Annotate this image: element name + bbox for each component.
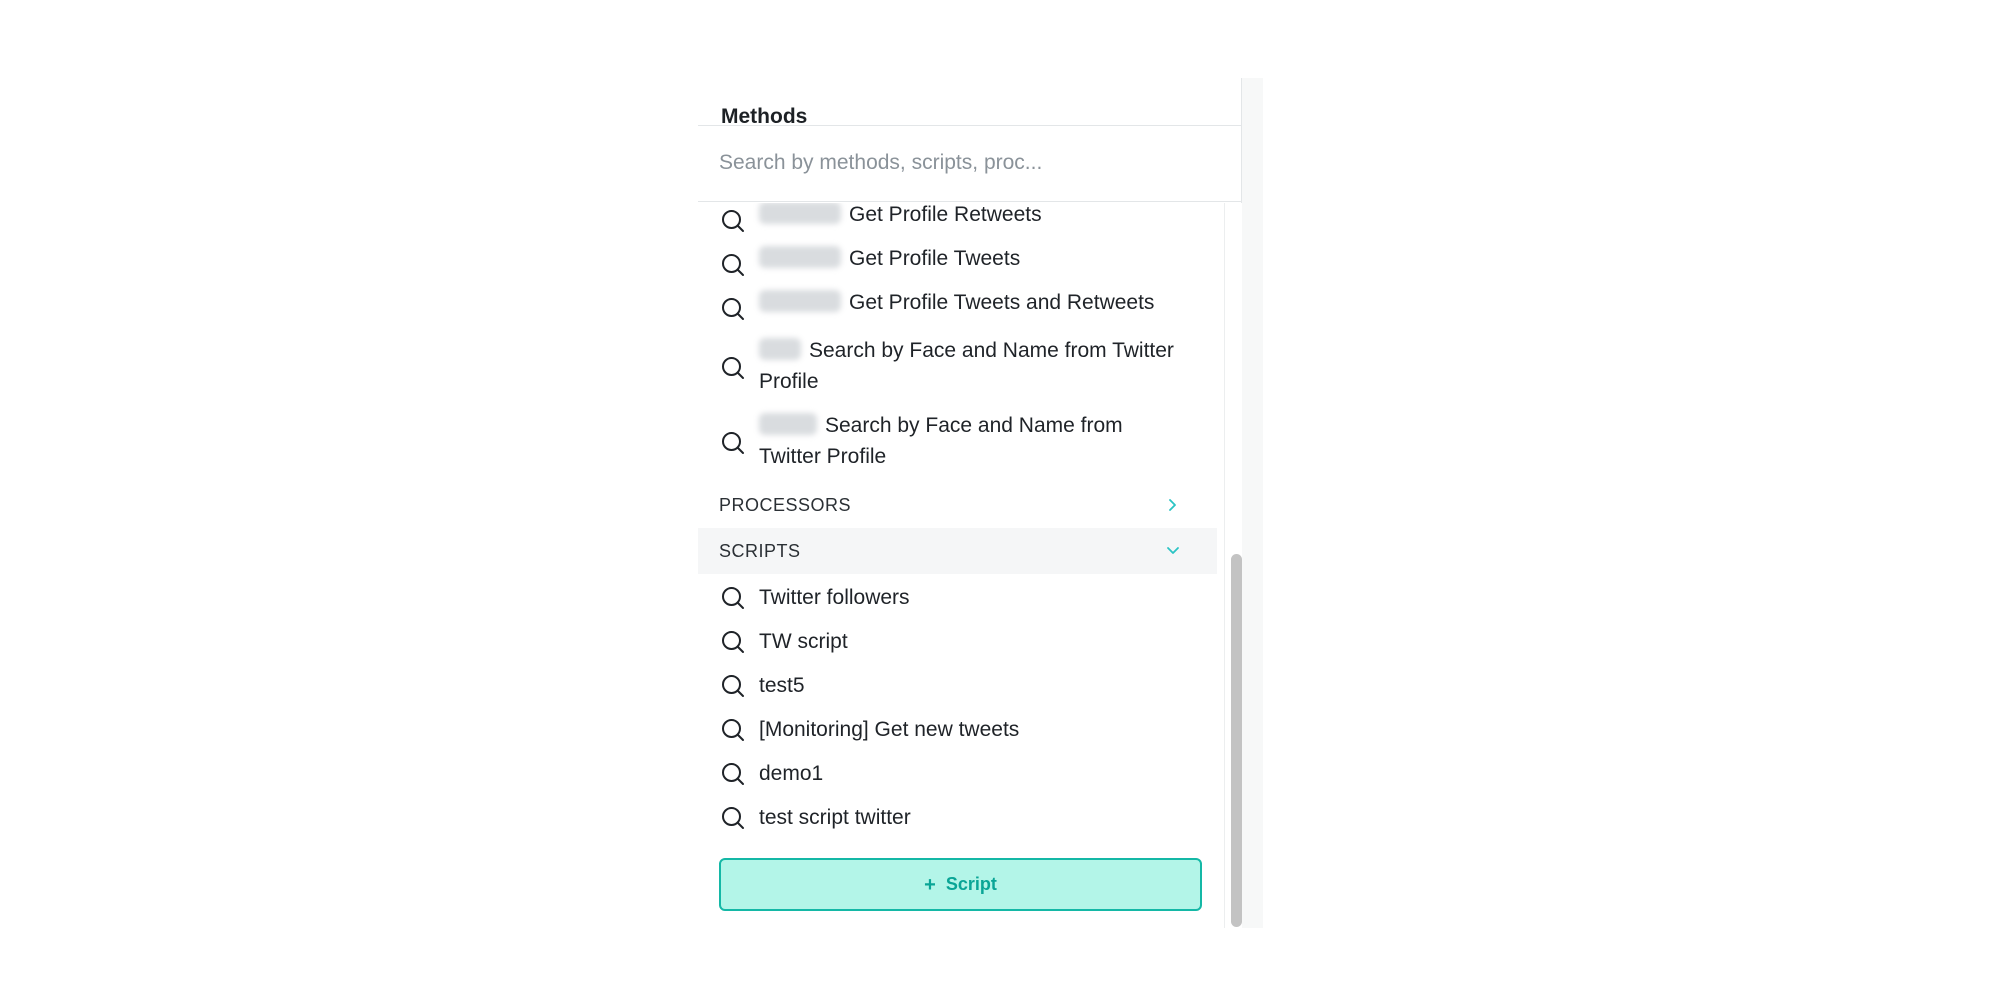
method-label: Search by Face and Name from Twitter Pro…	[759, 413, 1123, 468]
right-gutter	[1241, 78, 1263, 928]
scrollbar-thumb[interactable]	[1231, 554, 1242, 927]
panel-header: Methods	[698, 78, 1241, 128]
script-label: demo1	[759, 762, 824, 785]
script-item[interactable]: demo1	[698, 752, 1217, 796]
script-label: Twitter followers	[759, 586, 910, 609]
section-label: PROCESSORS	[719, 495, 852, 515]
script-label: test script twitter	[759, 806, 911, 829]
methods-panel: Methods Get Profile Retweets Get Profile…	[698, 78, 1242, 928]
search-icon	[722, 587, 744, 609]
section-label: SCRIPTS	[719, 541, 801, 561]
blurred-tag	[759, 290, 841, 312]
script-item[interactable]: TW script	[698, 620, 1217, 664]
chevron-down-icon	[1167, 547, 1179, 554]
search-bar	[698, 125, 1241, 202]
chevron-right-icon	[1169, 499, 1176, 511]
panel-title: Methods	[721, 105, 808, 128]
script-label: TW script	[759, 630, 848, 653]
method-label: Get Profile Tweets and Retweets	[759, 287, 1199, 318]
blurred-tag	[759, 413, 817, 435]
plus-icon: +	[924, 873, 936, 896]
search-icon	[722, 298, 744, 320]
search-icon	[722, 719, 744, 741]
method-label: Get Profile Retweets	[759, 203, 1199, 230]
list-item[interactable]: Search by Face and Name from Twitter Pro…	[698, 335, 1217, 410]
search-icon	[722, 357, 744, 379]
search-icon	[722, 807, 744, 829]
add-script-button[interactable]: + Script	[719, 858, 1202, 911]
blurred-tag	[759, 246, 841, 268]
search-icon	[722, 210, 744, 232]
script-label: test5	[759, 674, 805, 697]
section-processors[interactable]: PROCESSORS	[698, 482, 1217, 528]
list-item[interactable]: Search by Face and Name from Twitter Pro…	[698, 410, 1217, 485]
script-item[interactable]: [Monitoring] Get new tweets	[698, 708, 1217, 752]
script-item[interactable]: test5	[698, 664, 1217, 708]
method-label: Get Profile Tweets	[759, 243, 1199, 274]
list-item[interactable]: Get Profile Tweets	[698, 246, 1217, 291]
method-label: Search by Face and Name from Twitter Pro…	[759, 338, 1174, 393]
list-item[interactable]: Get Profile Tweets and Retweets	[698, 290, 1217, 335]
search-icon	[722, 763, 744, 785]
section-scripts[interactable]: SCRIPTS	[698, 528, 1217, 574]
methods-list: Get Profile Retweets Get Profile Tweets …	[698, 203, 1217, 928]
blurred-tag	[759, 203, 841, 224]
script-item[interactable]: test script twitter	[698, 796, 1217, 840]
script-item[interactable]: Twitter followers	[698, 576, 1217, 620]
search-icon	[722, 432, 744, 454]
add-script-label: Script	[945, 874, 997, 894]
search-icon	[722, 675, 744, 697]
search-icon	[722, 631, 744, 653]
search-input[interactable]	[719, 146, 1219, 180]
blurred-tag	[759, 338, 801, 360]
search-icon	[722, 254, 744, 276]
list-item[interactable]: Get Profile Retweets	[698, 203, 1217, 247]
script-label: [Monitoring] Get new tweets	[759, 718, 1020, 741]
